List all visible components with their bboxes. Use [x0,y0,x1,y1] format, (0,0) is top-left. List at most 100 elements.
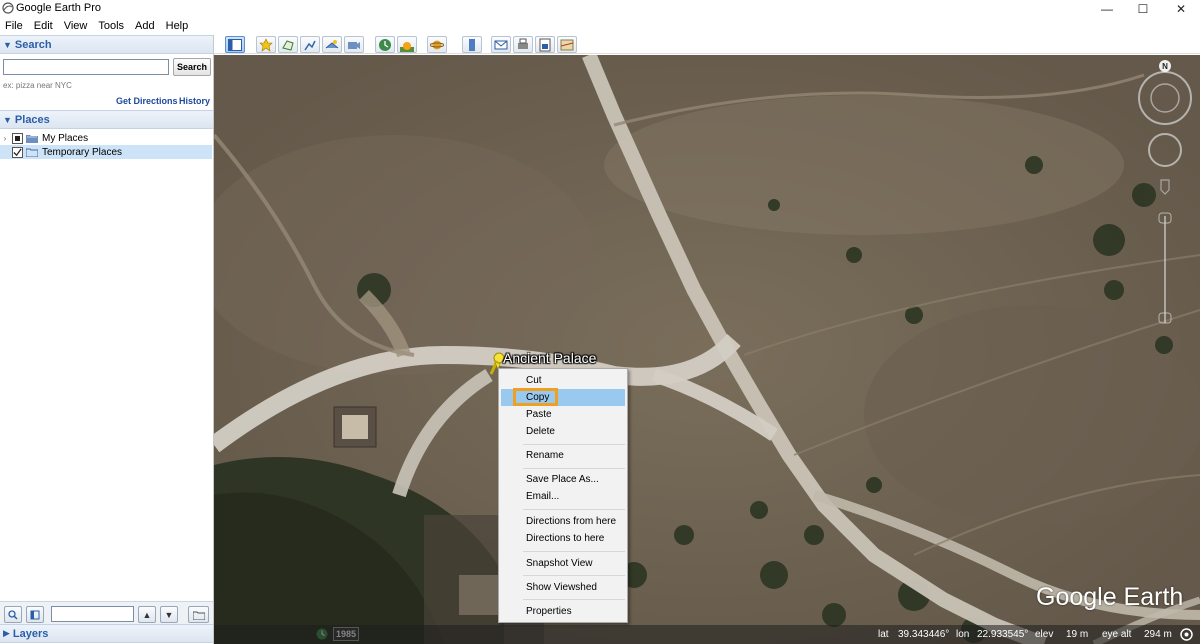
add-path-icon [304,40,316,50]
toggle-panel-button[interactable] [26,606,44,623]
street-view-pegman-icon[interactable] [1160,179,1170,195]
places-panel-header[interactable]: ▼ Places [0,110,213,129]
partial-check-icon [15,135,20,141]
panel-icon [30,610,40,619]
search-panel-header[interactable]: ▼ Search [0,35,213,54]
menu-tools[interactable]: Tools [93,20,130,32]
title-bar: Google Earth Pro — ☐ ✕ [0,0,1200,17]
search-places-button[interactable] [4,606,22,623]
menu-item-save-place-as[interactable]: Save Place As... [501,471,625,488]
menu-edit[interactable]: Edit [29,20,59,32]
tree-item-my-places[interactable]: › My Places [0,131,212,145]
eye-alt-value: 294 m [1144,629,1172,640]
elev-value: 19 m [1066,629,1089,640]
expand-arrow-icon[interactable]: › [0,134,10,143]
sidebar-toggle-button[interactable] [225,36,245,53]
menu-bar: File Edit View Tools Add Help [0,17,194,35]
move-down-button[interactable]: ▼ [160,606,178,623]
add-image-overlay-icon [325,39,339,48]
menu-item-directions-from-here[interactable]: Directions from here [501,513,625,530]
temporary-places-checkbox[interactable] [12,146,23,158]
google-earth-app-icon [2,2,14,14]
add-polygon-button[interactable] [278,36,298,53]
collapse-triangle-icon: ▼ [3,39,12,50]
history-link[interactable]: History [179,96,210,106]
print-button[interactable] [513,36,533,53]
streaming-progress-icon [1180,628,1193,641]
look-joystick-icon[interactable] [1138,71,1192,125]
my-places-folder-icon [26,135,38,143]
search-button[interactable]: Search [173,58,211,76]
menu-item-show-viewshed[interactable]: Show Viewshed [501,579,625,596]
menu-item-paste[interactable]: Paste [501,406,625,423]
layers-panel-header[interactable]: ▶ Layers [0,624,213,643]
ruler-button[interactable] [462,36,482,53]
navigation-controls[interactable]: N [1135,58,1195,338]
temporary-places-label: Temporary Places [42,146,123,158]
move-up-button[interactable]: ▲ [138,606,156,623]
lon-value: 22.933545° [977,629,1029,640]
menu-separator [523,551,625,552]
places-header-label: Places [14,113,50,126]
tree-item-temporary-places[interactable]: Temporary Places [0,145,212,159]
add-path-button[interactable] [300,36,320,53]
ruler-icon [469,38,475,51]
view-in-maps-button[interactable] [557,36,577,53]
historical-imagery-button[interactable] [375,36,395,53]
get-directions-link[interactable]: Get Directions [116,96,178,106]
menu-item-copy[interactable]: Copy [501,389,625,406]
search-header-label: Search [14,38,52,51]
add-image-overlay-button[interactable] [322,36,342,53]
compass-north-label: N [1162,62,1168,71]
save-image-icon [539,38,551,51]
placemark-label[interactable]: Ancient Palace [503,350,596,366]
open-folder-button[interactable] [188,606,209,623]
menu-view[interactable]: View [59,20,94,32]
google-earth-watermark: Google Earth [1036,583,1184,611]
arrow-up-icon: ▲ [142,609,152,620]
switch-planet-icon [430,40,444,49]
window-title: Google Earth Pro [16,2,101,14]
menu-item-email[interactable]: Email... [501,488,625,505]
menu-file[interactable]: File [0,20,29,32]
menu-item-delete[interactable]: Delete [501,423,625,440]
menu-item-cut[interactable]: Cut [501,372,625,389]
add-placemark-button[interactable] [256,36,276,53]
record-tour-button[interactable] [344,36,364,53]
menu-item-properties[interactable]: Properties [501,603,625,620]
eye-alt-label: eye alt [1102,629,1132,640]
lat-label: lat [878,629,889,640]
move-joystick-icon[interactable] [1148,133,1182,167]
menu-add[interactable]: Add [130,20,161,32]
menu-help[interactable]: Help [161,20,195,32]
satellite-imagery [214,55,1200,644]
save-image-button[interactable] [535,36,555,53]
close-button[interactable]: ✕ [1166,0,1196,17]
lon-label: lon [956,629,970,640]
my-places-label: My Places [42,132,89,144]
map-view[interactable]: Ancient Palace N Google Earth [214,55,1200,644]
left-panel: ▼ Search Search ex: pizza near NYC Get D… [0,35,214,644]
check-icon [13,148,22,156]
context-menu: Cut Copy Paste Delete Rename Save Place … [498,368,628,623]
menu-item-directions-to-here[interactable]: Directions to here [501,530,625,547]
my-places-checkbox[interactable] [12,132,23,144]
menu-separator [523,575,625,576]
add-polygon-icon [282,39,294,51]
collapse-triangle-icon: ▼ [3,114,12,125]
menu-separator [523,509,625,510]
maximize-button[interactable]: ☐ [1128,0,1158,17]
menu-item-rename[interactable]: Rename [501,447,625,464]
magnifier-icon [8,609,18,620]
minimize-button[interactable]: — [1092,0,1122,17]
search-input[interactable] [3,59,169,75]
switch-planet-button[interactable] [427,36,447,53]
sunlight-button[interactable] [397,36,417,53]
places-filter-input[interactable] [51,606,134,622]
layers-header-label: Layers [12,627,49,640]
add-placemark-icon [259,37,273,52]
sidebar-toggle-icon [228,38,242,51]
email-button[interactable] [491,36,511,53]
menu-item-snapshot-view[interactable]: Snapshot View [501,555,625,572]
temporary-places-folder-icon [26,148,38,157]
